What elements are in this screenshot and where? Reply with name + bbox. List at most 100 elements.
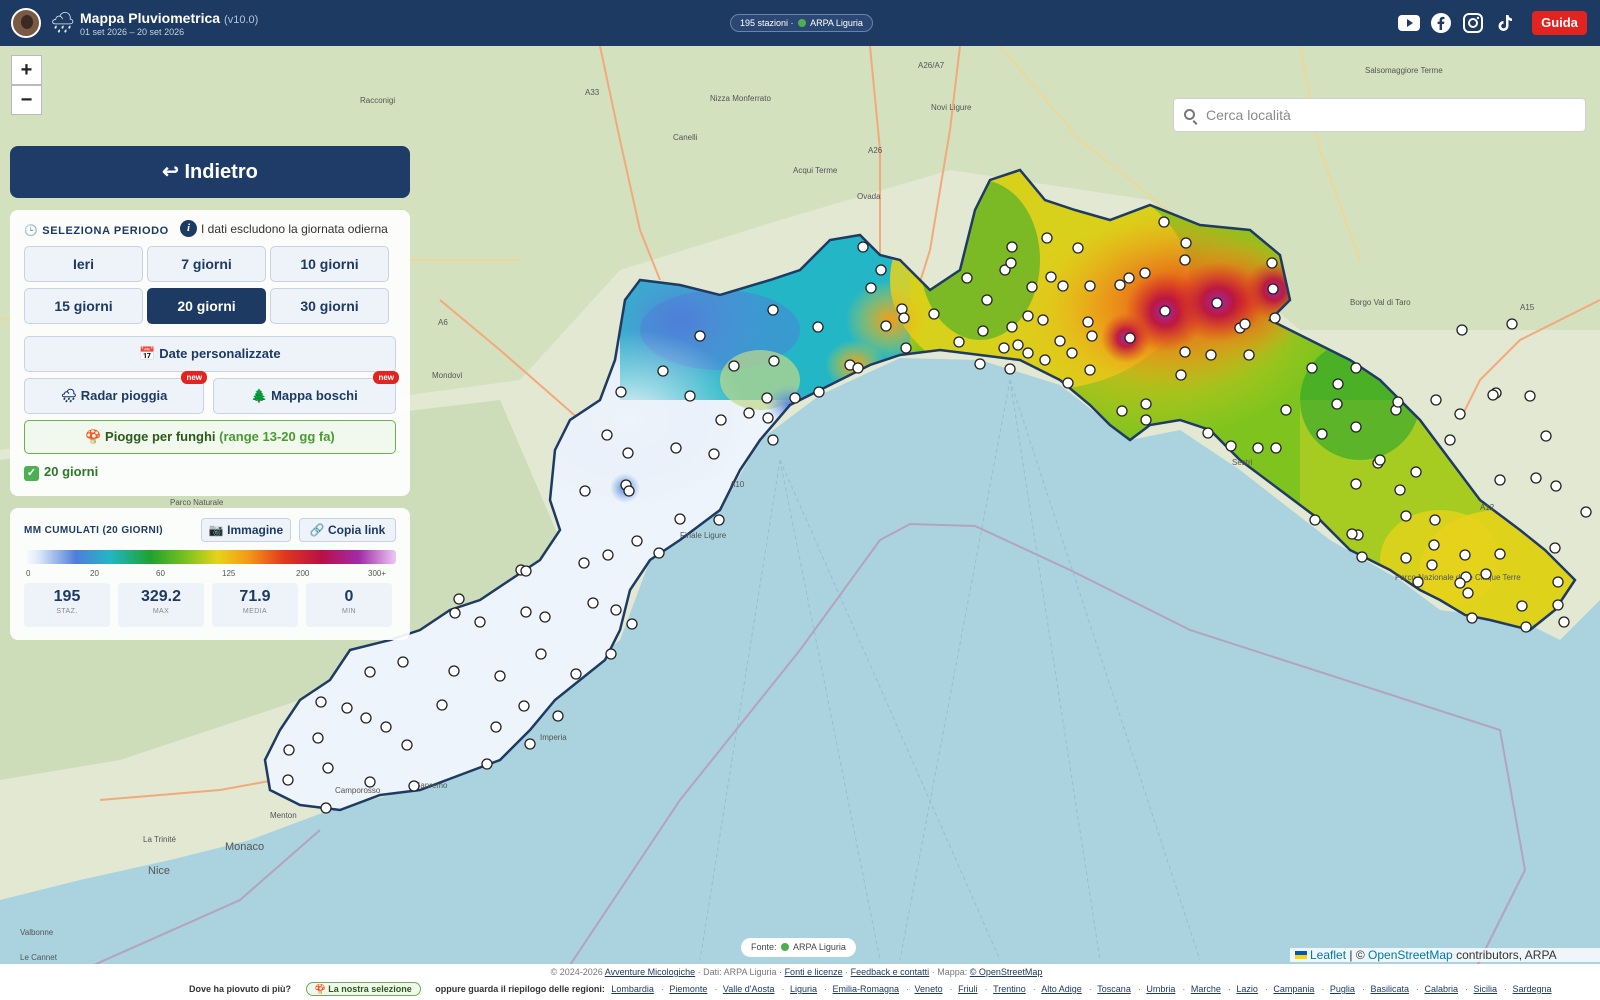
station-marker[interactable] xyxy=(1350,478,1362,490)
station-marker[interactable] xyxy=(364,666,376,678)
station-marker[interactable] xyxy=(708,448,720,460)
station-marker[interactable] xyxy=(653,547,665,559)
station-marker[interactable] xyxy=(1580,506,1592,518)
station-marker[interactable] xyxy=(1252,442,1264,454)
station-marker[interactable] xyxy=(283,744,295,756)
station-marker[interactable] xyxy=(578,557,590,569)
station-marker[interactable] xyxy=(715,414,727,426)
copy-link-button[interactable]: 🔗 Copia link xyxy=(299,518,396,542)
station-marker[interactable] xyxy=(1412,576,1424,588)
station-marker[interactable] xyxy=(1022,347,1034,359)
region-link[interactable]: Sicilia xyxy=(1474,984,1498,994)
period-option[interactable]: 15 giorni xyxy=(24,288,143,324)
region-link[interactable]: Emilia-Romagna xyxy=(833,984,900,994)
station-marker[interactable] xyxy=(977,325,989,337)
period-option[interactable]: 20 giorni xyxy=(147,288,266,324)
station-marker[interactable] xyxy=(1462,587,1474,599)
station-marker[interactable] xyxy=(1549,542,1561,554)
station-marker[interactable] xyxy=(1430,394,1442,406)
station-marker[interactable] xyxy=(1332,378,1344,390)
station-marker[interactable] xyxy=(1012,339,1024,351)
station-marker[interactable] xyxy=(448,665,460,677)
station-marker[interactable] xyxy=(1306,362,1318,374)
station-marker[interactable] xyxy=(1179,254,1191,266)
station-marker[interactable] xyxy=(1243,349,1255,361)
station-marker[interactable] xyxy=(670,442,682,454)
region-link[interactable]: Lazio xyxy=(1236,984,1258,994)
region-link[interactable]: Campania xyxy=(1273,984,1314,994)
station-marker[interactable] xyxy=(1114,279,1126,291)
station-marker[interactable] xyxy=(1072,242,1084,254)
station-marker[interactable] xyxy=(1139,267,1151,279)
station-marker[interactable] xyxy=(1356,551,1368,563)
station-marker[interactable] xyxy=(789,392,801,404)
region-link[interactable]: Piemonte xyxy=(669,984,707,994)
station-marker[interactable] xyxy=(397,656,409,668)
station-marker[interactable] xyxy=(364,776,376,788)
station-marker[interactable] xyxy=(1487,389,1499,401)
station-marker[interactable] xyxy=(615,386,627,398)
station-marker[interactable] xyxy=(713,514,725,526)
zoom-in-button[interactable]: + xyxy=(11,55,42,85)
station-marker[interactable] xyxy=(436,699,448,711)
station-marker[interactable] xyxy=(1350,362,1362,374)
zoom-out-button[interactable]: − xyxy=(11,85,42,115)
station-marker[interactable] xyxy=(1062,377,1074,389)
station-marker[interactable] xyxy=(928,308,940,320)
station-marker[interactable] xyxy=(481,758,493,770)
station-marker[interactable] xyxy=(570,668,582,680)
station-marker[interactable] xyxy=(812,321,824,333)
station-marker[interactable] xyxy=(1400,510,1412,522)
mushroom-rain-button[interactable]: 🍄 Piogge per funghi (range 13-20 gg fa) xyxy=(24,420,396,454)
station-marker[interactable] xyxy=(1269,312,1281,324)
station-marker[interactable] xyxy=(694,330,706,342)
station-marker[interactable] xyxy=(767,304,779,316)
station-marker[interactable] xyxy=(622,447,634,459)
rain-radar-button[interactable]: 🌧 Radar pioggia new xyxy=(24,371,207,414)
station-marker[interactable] xyxy=(1506,318,1518,330)
station-marker[interactable] xyxy=(1006,241,1018,253)
leaflet-link[interactable]: Leaflet xyxy=(1310,948,1346,962)
feedback-link[interactable]: Feedback e contatti xyxy=(851,967,930,977)
station-marker[interactable] xyxy=(1140,414,1152,426)
station-marker[interactable] xyxy=(1266,257,1278,269)
station-marker[interactable] xyxy=(1004,363,1016,375)
station-marker[interactable] xyxy=(360,712,372,724)
station-marker[interactable] xyxy=(1026,281,1038,293)
station-marker[interactable] xyxy=(320,802,332,814)
station-marker[interactable] xyxy=(1116,405,1128,417)
station-marker[interactable] xyxy=(601,429,613,441)
station-marker[interactable] xyxy=(857,241,869,253)
station-marker[interactable] xyxy=(1524,390,1536,402)
station-marker[interactable] xyxy=(728,360,740,372)
station-marker[interactable] xyxy=(490,721,502,733)
our-selection-button[interactable]: 🍄 La nostra selezione xyxy=(305,982,421,996)
station-marker[interactable] xyxy=(768,355,780,367)
avatar[interactable] xyxy=(11,8,41,38)
station-marker[interactable] xyxy=(552,710,564,722)
station-marker[interactable] xyxy=(1084,364,1096,376)
station-marker[interactable] xyxy=(518,700,530,712)
station-marker[interactable] xyxy=(1394,484,1406,496)
station-marker[interactable] xyxy=(1456,324,1468,336)
station-marker[interactable] xyxy=(674,513,686,525)
station-marker[interactable] xyxy=(1270,442,1282,454)
station-marker[interactable] xyxy=(767,434,779,446)
station-marker[interactable] xyxy=(1022,310,1034,322)
tiktok-icon[interactable] xyxy=(1494,12,1516,34)
station-marker[interactable] xyxy=(813,386,825,398)
station-marker[interactable] xyxy=(1066,347,1078,359)
sources-link[interactable]: Fonti e licenze xyxy=(785,967,843,977)
woods-map-button[interactable]: 🌲 Mappa boschi new xyxy=(213,371,399,414)
image-button[interactable]: 📷 Immagine xyxy=(201,518,291,542)
station-marker[interactable] xyxy=(1454,577,1466,589)
region-link[interactable]: Marche xyxy=(1191,984,1221,994)
station-marker[interactable] xyxy=(1124,332,1136,344)
station-marker[interactable] xyxy=(408,780,420,792)
station-marker[interactable] xyxy=(1454,408,1466,420)
station-marker[interactable] xyxy=(1558,616,1570,628)
station-marker[interactable] xyxy=(852,362,864,374)
station-marker[interactable] xyxy=(1516,600,1528,612)
region-link[interactable]: Basilicata xyxy=(1370,984,1409,994)
station-marker[interactable] xyxy=(1037,314,1049,326)
